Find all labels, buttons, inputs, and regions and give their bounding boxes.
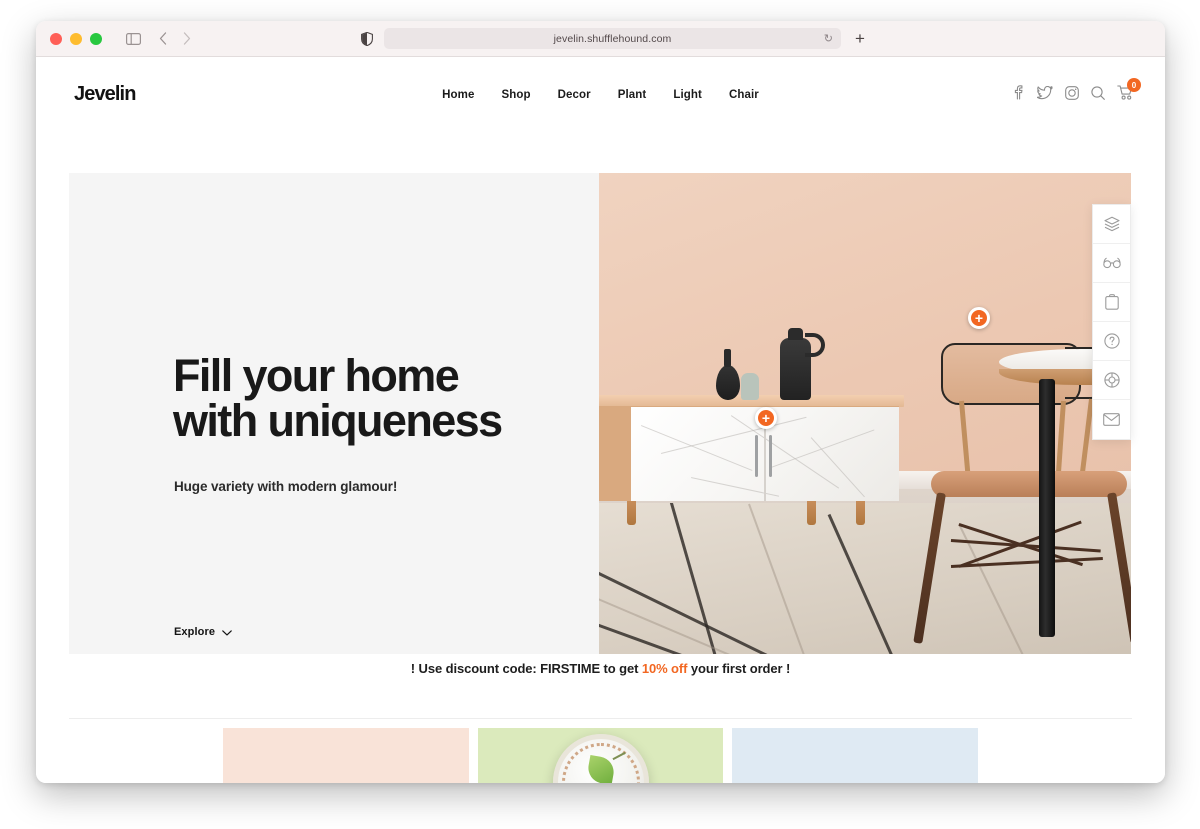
layers-icon[interactable] <box>1093 205 1130 244</box>
hero-section: Fill your home with uniqueness Huge vari… <box>69 173 1131 654</box>
main-navigation: Home Shop Decor Plant Light Chair <box>36 89 1165 101</box>
cabinet-leg <box>807 501 816 525</box>
product-hotspot[interactable]: + <box>755 407 777 429</box>
instagram-icon[interactable] <box>1065 85 1079 100</box>
hero-image: + + <box>599 173 1131 654</box>
minimize-window-button[interactable] <box>70 32 82 45</box>
section-divider <box>69 718 1132 719</box>
cart-badge: 0 <box>1127 78 1141 92</box>
nav-item-light[interactable]: Light <box>673 89 702 101</box>
explore-label: Explore <box>174 626 216 638</box>
site-header: Jevelin Home Shop Decor Plant Light Chai… <box>36 57 1165 136</box>
glasses-icon[interactable] <box>1093 244 1130 283</box>
question-mark-icon[interactable] <box>1093 322 1130 361</box>
floating-side-toolbar <box>1092 204 1131 440</box>
clipboard-icon[interactable] <box>1093 283 1130 322</box>
header-icon-group: 0 <box>1011 78 1141 100</box>
table-leg <box>1039 379 1055 637</box>
browser-window: jevelin.shufflehound.com ↻ + Jevelin Hom… <box>36 21 1165 783</box>
cabinet-handle <box>755 435 758 477</box>
shield-icon[interactable] <box>361 31 373 46</box>
cabinet-handle <box>769 435 772 477</box>
hero-subtitle: Huge variety with modern glamour! <box>174 479 398 494</box>
card-green-plate[interactable] <box>477 728 724 783</box>
category-cards <box>223 728 979 783</box>
envelope-icon[interactable] <box>1093 400 1130 439</box>
nav-item-decor[interactable]: Decor <box>558 89 591 101</box>
chair-seat <box>931 471 1127 497</box>
cabinet-leg <box>856 501 865 525</box>
nav-item-plant[interactable]: Plant <box>618 89 647 101</box>
nav-item-shop[interactable]: Shop <box>501 89 530 101</box>
lifebuoy-icon[interactable] <box>1093 361 1130 400</box>
close-window-button[interactable] <box>50 32 62 45</box>
browser-toolbar: jevelin.shufflehound.com ↻ + <box>36 21 1165 57</box>
maximize-window-button[interactable] <box>90 32 102 45</box>
sidebar-toggle-icon[interactable] <box>126 32 141 45</box>
promo-bar: ! Use discount code: FIRSTIME to get 10%… <box>36 661 1165 676</box>
reload-icon[interactable]: ↻ <box>824 32 833 45</box>
address-bar[interactable]: jevelin.shufflehound.com ↻ <box>384 28 841 49</box>
cabinet-leg <box>627 501 636 525</box>
dining-chair <box>913 343 1131 644</box>
hero-text-panel: Fill your home with uniqueness Huge vari… <box>69 173 599 654</box>
product-hotspot[interactable]: + <box>968 307 990 329</box>
card-peach[interactable] <box>223 728 469 783</box>
url-text: jevelin.shufflehound.com <box>553 32 672 45</box>
hero-title: Fill your home with uniqueness <box>173 350 503 446</box>
small-black-vase <box>716 349 740 400</box>
new-tab-button[interactable]: + <box>855 30 865 47</box>
facebook-icon[interactable] <box>1011 85 1025 100</box>
promo-prefix: ! Use discount code: FIRSTIME to get <box>410 661 642 676</box>
explore-button[interactable]: Explore <box>174 623 232 641</box>
cart-icon[interactable]: 0 <box>1117 78 1141 100</box>
nav-item-home[interactable]: Home <box>442 89 474 101</box>
decorative-plate <box>552 734 649 783</box>
window-controls <box>50 32 102 45</box>
sideboard-cabinet <box>599 395 904 525</box>
mint-vase <box>741 373 759 400</box>
chevron-down-icon <box>222 623 232 641</box>
promo-discount: 10% off <box>641 661 688 676</box>
card-blue[interactable] <box>732 728 979 783</box>
promo-suffix: your first order ! <box>687 661 791 676</box>
page-viewport: Jevelin Home Shop Decor Plant Light Chai… <box>36 57 1165 783</box>
nav-item-chair[interactable]: Chair <box>729 89 759 101</box>
search-icon[interactable] <box>1091 85 1105 100</box>
forward-button[interactable] <box>183 32 191 45</box>
twitter-icon[interactable] <box>1037 85 1053 100</box>
back-button[interactable] <box>159 32 167 45</box>
